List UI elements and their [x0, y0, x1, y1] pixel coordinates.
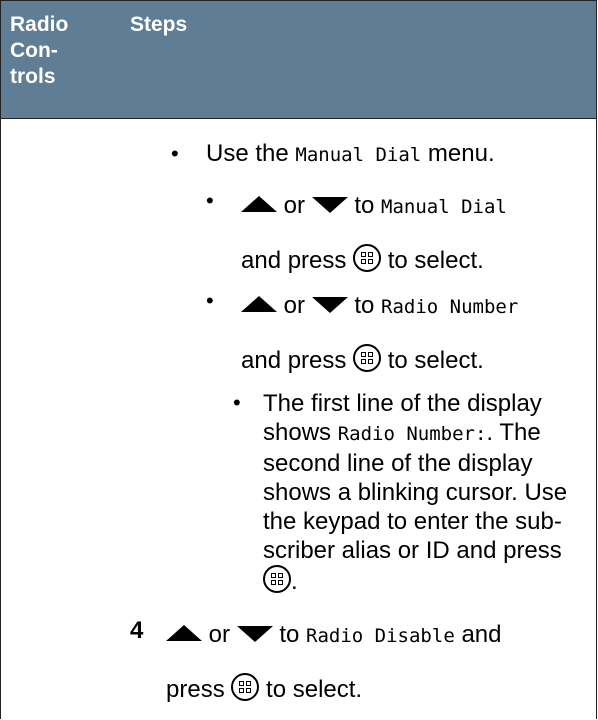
header-steps: Steps — [130, 13, 188, 36]
text: and press — [241, 247, 347, 274]
menu-ok-button-icon — [263, 565, 291, 593]
text: the keypad to enter the sub- — [263, 508, 562, 535]
down-arrow-icon — [236, 625, 273, 642]
text: and press — [241, 347, 347, 374]
up-arrow-icon — [241, 195, 277, 212]
list-item-manual-dial-menu: Use the Manual Dial menu. — [206, 140, 495, 168]
header-radio-controls: Radio Con- trols — [10, 13, 69, 88]
list-item-display-info: The first line of the display shows Radi… — [263, 389, 567, 565]
instruction-table: Radio Con- trols Steps • Use the Manual … — [0, 0, 597, 719]
menu-name-manual-dial: Manual Dial — [295, 144, 422, 166]
bullet-dot: • — [171, 141, 179, 166]
text: scriber alias or ID and press — [263, 537, 562, 564]
text: . The — [486, 419, 541, 446]
text: or — [208, 621, 231, 648]
display-text-radio-number: Radio Number: — [337, 423, 487, 445]
text: The first line of the display — [263, 390, 542, 417]
list-item-nav-manual-dial: or to Manual Dial — [241, 192, 507, 220]
text: press — [166, 676, 225, 703]
press-end: . — [263, 565, 298, 596]
text: Use the — [206, 140, 289, 167]
bullet-dot: • — [233, 390, 241, 415]
text: to select. — [387, 247, 484, 274]
text: to — [279, 621, 300, 648]
step-4-press: press to select. — [166, 673, 362, 704]
list-item-press-select: and press to select. — [241, 344, 484, 375]
up-arrow-icon — [241, 295, 277, 312]
text: or — [283, 192, 306, 219]
bullet-dot: • — [206, 288, 214, 313]
table-header: Radio Con- trols Steps — [1, 1, 596, 119]
list-item-nav-radio-number: or to Radio Number — [241, 292, 518, 320]
menu-ok-button-icon — [231, 673, 260, 701]
menu-name-manual-dial: Manual Dial — [381, 196, 507, 218]
text: shows — [263, 419, 332, 446]
text: to — [354, 192, 375, 219]
text-line: shows Radio Number:. The — [263, 418, 567, 449]
menu-name-radio-disable: Radio Disable — [306, 625, 455, 647]
text: second line of the display — [263, 450, 533, 477]
text: menu. — [427, 140, 495, 167]
step-4-text: or to Radio Disable and — [166, 621, 501, 649]
menu-ok-button-icon — [353, 344, 382, 372]
bullet-dot: • — [206, 188, 214, 213]
text: . — [291, 568, 298, 595]
text: to select. — [266, 676, 363, 703]
text: and — [461, 621, 502, 648]
down-arrow-icon — [311, 196, 348, 213]
menu-ok-button-icon — [353, 244, 382, 272]
up-arrow-icon — [166, 624, 202, 641]
step-number: 4 — [130, 617, 144, 644]
text: shows a blinking cursor. Use — [263, 479, 568, 506]
list-item-press-select: and press to select. — [241, 244, 484, 275]
text: to — [354, 292, 375, 319]
text: or — [283, 292, 306, 319]
text: to select. — [387, 347, 484, 374]
down-arrow-icon — [311, 296, 348, 313]
menu-name-radio-number: Radio Number — [381, 296, 519, 318]
